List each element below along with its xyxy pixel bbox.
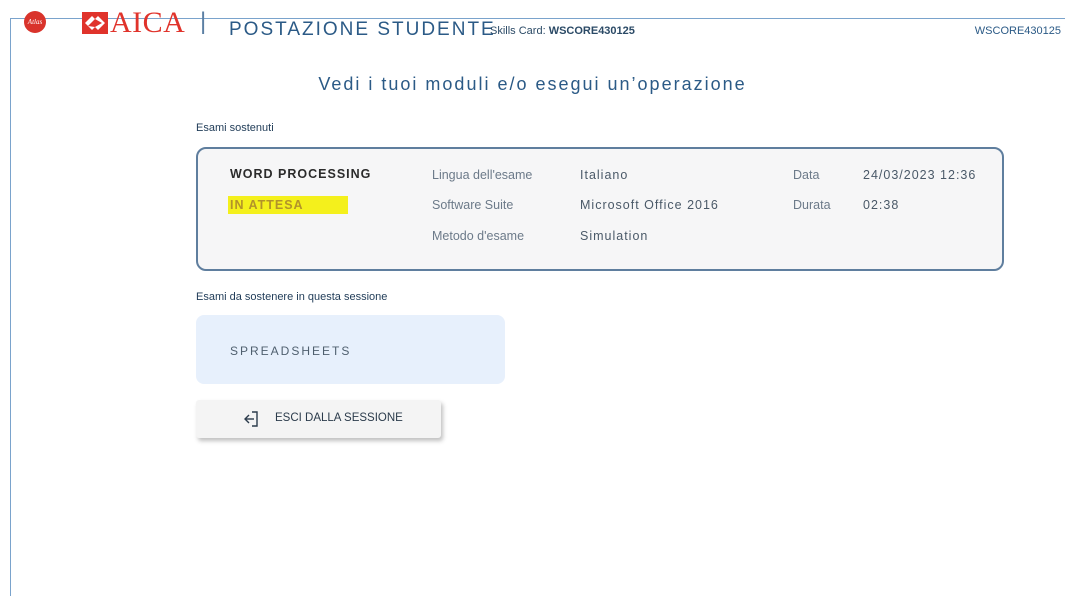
pending-exam-name: SPREADSHEETS bbox=[230, 344, 352, 358]
method-value: Simulation bbox=[580, 229, 649, 243]
duration-label: Durata bbox=[793, 198, 831, 212]
duration-value: 02:38 bbox=[863, 198, 900, 212]
user-code: WSCORE430125 bbox=[974, 25, 1061, 37]
completed-exam-card: WORD PROCESSING IN ATTESA Lingua dell'es… bbox=[196, 147, 1004, 271]
date-value: 24/03/2023 12:36 bbox=[863, 168, 977, 182]
exam-module-name: WORD PROCESSING bbox=[230, 167, 372, 181]
suite-label: Software Suite bbox=[432, 198, 514, 212]
exit-session-label: ESCI DALLA SESSIONE bbox=[275, 412, 403, 424]
language-label: Lingua dell'esame bbox=[432, 168, 533, 182]
skills-card-info: Skills Card: WSCORE430125 bbox=[490, 25, 635, 37]
aica-logo-mark-icon bbox=[82, 12, 108, 34]
brand-logo: AICA bbox=[110, 6, 186, 39]
exit-icon bbox=[244, 411, 258, 427]
page-subtitle: Vedi i tuoi moduli e/o esegui un’operazi… bbox=[318, 74, 747, 94]
language-value: Italiano bbox=[580, 168, 629, 182]
method-label: Metodo d'esame bbox=[432, 229, 525, 243]
page-title: POSTAZIONE STUDENTE bbox=[229, 19, 496, 40]
atlas-logo-icon: Atlas bbox=[24, 11, 46, 33]
skills-card-label: Skills Card: bbox=[490, 25, 546, 37]
window-frame-left bbox=[10, 18, 11, 596]
date-label: Data bbox=[793, 168, 820, 182]
header-separator: | bbox=[200, 8, 207, 35]
completed-exams-heading: Esami sostenuti bbox=[196, 122, 274, 134]
pending-exams-heading: Esami da sostenere in questa sessione bbox=[196, 291, 388, 303]
pending-exam-card[interactable]: SPREADSHEETS bbox=[196, 315, 505, 384]
header: Atlas AICA | POSTAZIONE STUDENTE Skills … bbox=[0, 0, 1065, 52]
suite-value: Microsoft Office 2016 bbox=[580, 198, 719, 212]
exit-session-button[interactable]: ESCI DALLA SESSIONE bbox=[196, 400, 441, 438]
exam-status-badge: IN ATTESA bbox=[228, 196, 348, 214]
skills-card-value: WSCORE430125 bbox=[548, 25, 635, 37]
